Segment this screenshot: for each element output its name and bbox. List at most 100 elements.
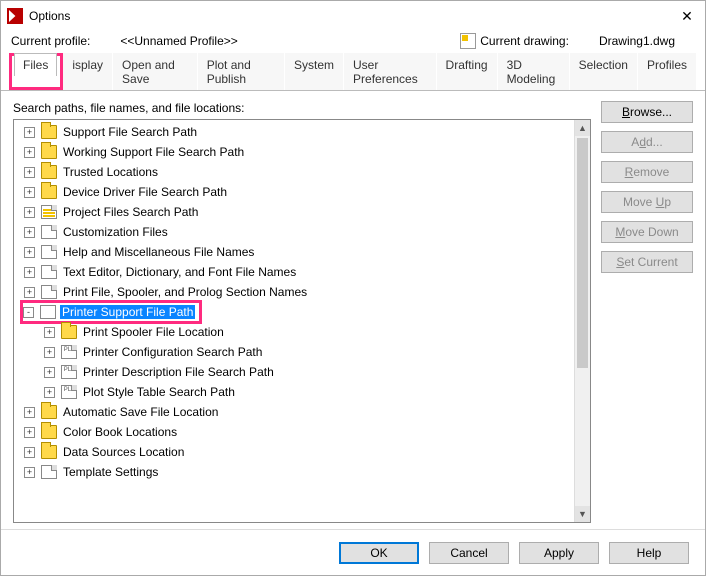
- expand-icon[interactable]: +: [24, 227, 35, 238]
- tree-item-label[interactable]: Project Files Search Path: [61, 205, 200, 219]
- tree-item-label[interactable]: Color Book Locations: [61, 425, 179, 439]
- close-icon[interactable]: ✕: [675, 8, 699, 25]
- tree-item-label[interactable]: Help and Miscellaneous File Names: [61, 245, 256, 259]
- expand-icon[interactable]: +: [44, 367, 55, 378]
- tree-item[interactable]: + Automatic Save File Location: [20, 402, 570, 422]
- expand-icon[interactable]: +: [24, 467, 35, 478]
- expand-icon[interactable]: +: [44, 347, 55, 358]
- expand-icon[interactable]: +: [24, 427, 35, 438]
- tree-item-label[interactable]: Printer Description File Search Path: [81, 365, 276, 379]
- document-icon: [41, 285, 57, 299]
- tree-item-label[interactable]: Print Spooler File Location: [81, 325, 226, 339]
- tab-user-preferences[interactable]: User Preferences: [344, 53, 436, 90]
- tree-item[interactable]: + Printer Description File Search Path: [20, 362, 570, 382]
- expand-icon[interactable]: +: [24, 207, 35, 218]
- tree-item[interactable]: + Support File Search Path: [20, 122, 570, 142]
- browse-button[interactable]: Browse...: [601, 101, 693, 123]
- tab-profiles[interactable]: Profiles: [638, 53, 696, 90]
- tab-system[interactable]: System: [285, 53, 343, 90]
- tree-item[interactable]: + Print File, Spooler, and Prolog Section…: [20, 282, 570, 302]
- tree-item[interactable]: + Template Settings: [20, 462, 570, 482]
- window-title: Options: [29, 9, 70, 23]
- current-profile-value: <<Unnamed Profile>>: [120, 34, 237, 48]
- tab-display[interactable]: isplay: [63, 53, 112, 90]
- tree-item[interactable]: + Color Book Locations: [20, 422, 570, 442]
- tree-item-label[interactable]: Plot Style Table Search Path: [81, 385, 237, 399]
- options-dialog: Options ✕ Current profile: <<Unnamed Pro…: [0, 0, 706, 576]
- expand-icon[interactable]: +: [44, 327, 55, 338]
- add-button[interactable]: Add...: [601, 131, 693, 153]
- tree-item[interactable]: + Printer Configuration Search Path: [20, 342, 570, 362]
- ok-button[interactable]: OK: [339, 542, 419, 564]
- tree-item-label[interactable]: Working Support File Search Path: [61, 145, 246, 159]
- tree-item-label[interactable]: Trusted Locations: [61, 165, 160, 179]
- expand-icon[interactable]: +: [24, 187, 35, 198]
- tree-item[interactable]: + Trusted Locations: [20, 162, 570, 182]
- tree-item-label[interactable]: Print File, Spooler, and Prolog Section …: [61, 285, 309, 299]
- tab-open-and-save[interactable]: Open and Save: [113, 53, 197, 90]
- folder-stack-icon: [41, 125, 57, 139]
- right-button-column: Browse... Add... Remove Move Up Move Dow…: [601, 101, 693, 523]
- scrollbar-vertical[interactable]: ▲ ▼: [574, 120, 590, 522]
- tree-item-label[interactable]: Automatic Save File Location: [61, 405, 220, 419]
- collapse-icon[interactable]: -: [23, 307, 34, 318]
- tree[interactable]: + Support File Search Path + Working Suppor…: [14, 120, 574, 522]
- tab-3d-modeling[interactable]: 3D Modeling: [498, 53, 569, 90]
- scroll-down-icon[interactable]: ▼: [575, 506, 590, 522]
- expand-icon[interactable]: +: [24, 267, 35, 278]
- tree-item[interactable]: + Text Editor, Dictionary, and Font File …: [20, 262, 570, 282]
- tab-files[interactable]: Files: [14, 53, 57, 76]
- expand-icon[interactable]: +: [24, 147, 35, 158]
- tree-item[interactable]: - Printer Support File Path: [20, 302, 570, 322]
- highlight-printer-support: - Printer Support File Path: [20, 300, 202, 324]
- tree-item[interactable]: + Working Support File Search Path: [20, 142, 570, 162]
- folder-stack-icon: [41, 425, 57, 439]
- expand-icon[interactable]: +: [24, 127, 35, 138]
- tab-drafting[interactable]: Drafting: [437, 53, 497, 90]
- app-icon: [7, 8, 23, 24]
- tree-item[interactable]: + Help and Miscellaneous File Names: [20, 242, 570, 262]
- document-icon: [41, 465, 57, 479]
- remove-button[interactable]: Remove: [601, 161, 693, 183]
- tree-item-label[interactable]: Device Driver File Search Path: [61, 185, 229, 199]
- tree-item-label[interactable]: Data Sources Location: [61, 445, 186, 459]
- tree-item-label[interactable]: Printer Support File Path: [60, 305, 195, 319]
- titlebar: Options ✕: [1, 1, 705, 31]
- tree-item[interactable]: + Project Files Search Path: [20, 202, 570, 222]
- expand-icon[interactable]: +: [24, 287, 35, 298]
- document-icon: [41, 245, 57, 259]
- scroll-thumb[interactable]: [577, 138, 588, 368]
- expand-icon[interactable]: +: [44, 387, 55, 398]
- scroll-up-icon[interactable]: ▲: [575, 120, 590, 136]
- content: Search paths, file names, and file locat…: [1, 91, 705, 529]
- current-drawing-label: Current drawing:: [480, 34, 569, 48]
- expand-icon[interactable]: +: [24, 247, 35, 258]
- move-down-button[interactable]: Move Down: [601, 221, 693, 243]
- tab-plot-and-publish[interactable]: Plot and Publish: [198, 53, 284, 90]
- expand-icon[interactable]: +: [24, 447, 35, 458]
- folder-icon: [61, 325, 77, 339]
- tree-item-label[interactable]: Template Settings: [61, 465, 160, 479]
- folder-stack-icon: [41, 145, 57, 159]
- tree-item-label[interactable]: Customization Files: [61, 225, 170, 239]
- tab-bar: Files isplay Open and Save Plot and Publ…: [1, 53, 705, 91]
- tree-item[interactable]: + Data Sources Location: [20, 442, 570, 462]
- tab-selection[interactable]: Selection: [570, 53, 637, 90]
- tree-item[interactable]: + Customization Files: [20, 222, 570, 242]
- tree-label: Search paths, file names, and file locat…: [13, 101, 591, 115]
- help-button[interactable]: Help: [609, 542, 689, 564]
- tree-item[interactable]: + Plot Style Table Search Path: [20, 382, 570, 402]
- tree-item-label[interactable]: Text Editor, Dictionary, and Font File N…: [61, 265, 298, 279]
- expand-icon[interactable]: +: [24, 167, 35, 178]
- tree-item[interactable]: + Print Spooler File Location: [20, 322, 570, 342]
- tree-item[interactable]: + Device Driver File Search Path: [20, 182, 570, 202]
- set-current-button[interactable]: Set Current: [601, 251, 693, 273]
- cancel-button[interactable]: Cancel: [429, 542, 509, 564]
- plt-document-icon: [61, 365, 77, 379]
- tree-item-label[interactable]: Support File Search Path: [61, 125, 199, 139]
- tree-item-label[interactable]: Printer Configuration Search Path: [81, 345, 264, 359]
- folder-stack-icon: [41, 405, 57, 419]
- apply-button[interactable]: Apply: [519, 542, 599, 564]
- move-up-button[interactable]: Move Up: [601, 191, 693, 213]
- expand-icon[interactable]: +: [24, 407, 35, 418]
